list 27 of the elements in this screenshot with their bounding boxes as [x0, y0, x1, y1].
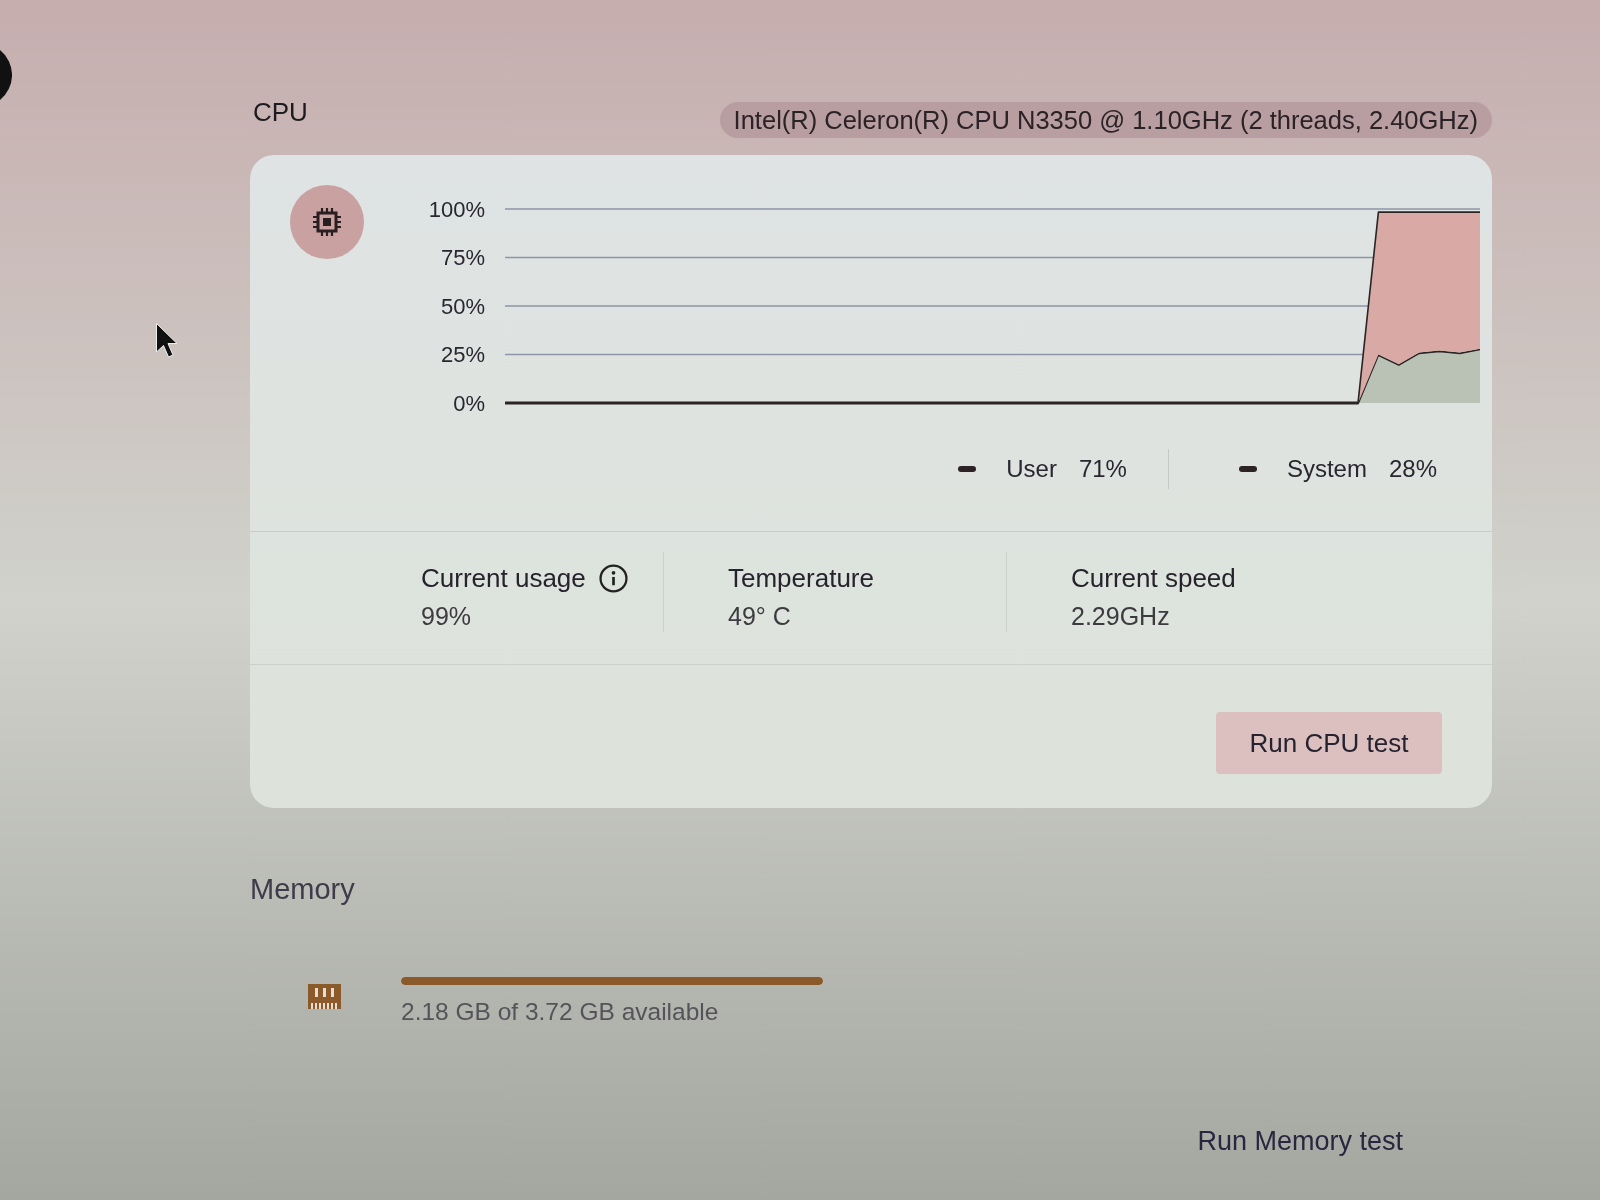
- legend-value: 28%: [1388, 454, 1437, 484]
- axis-tick-label: 75%: [440, 245, 485, 270]
- processor-chip: Intel(R) Celeron(R) CPU N3350 @ 1.10GHz (2 threads, 2.40GHz): [719, 102, 1492, 138]
- memory-chip-icon: [308, 984, 341, 1009]
- cpu-chip-icon: [290, 185, 364, 259]
- stat-label: Temperature: [728, 563, 874, 593]
- axis-tick-label: 25%: [440, 342, 485, 367]
- section-title: CPU: [253, 97, 308, 127]
- memory-usage-text: 2.18 GB of 3.72 GB available: [401, 999, 720, 1024]
- stat-value: 49° C: [728, 602, 792, 630]
- axis-tick-label: 100%: [428, 196, 485, 222]
- legend-marker-icon: [1238, 466, 1257, 472]
- info-icon[interactable]: [598, 563, 628, 593]
- section-title: Memory: [250, 872, 355, 906]
- mouse-pointer-icon: [155, 322, 179, 360]
- stat-label: Current speed: [1071, 563, 1236, 593]
- run-cpu-test-button[interactable]: Run CPU test: [1216, 712, 1442, 774]
- legend-value: 71%: [1078, 454, 1127, 484]
- legend-label: System: [1286, 454, 1367, 484]
- legend-marker-icon: [958, 466, 977, 472]
- legend-label: User: [1006, 454, 1057, 484]
- stat-label: Current usage: [421, 563, 586, 593]
- run-memory-test-button[interactable]: Run Memory test: [1197, 1125, 1403, 1157]
- stat-value: 99%: [421, 602, 473, 630]
- stat-value: 2.29GHz: [1071, 602, 1171, 630]
- axis-tick-label: 0%: [453, 390, 485, 415]
- axis-tick-label: 50%: [440, 293, 485, 319]
